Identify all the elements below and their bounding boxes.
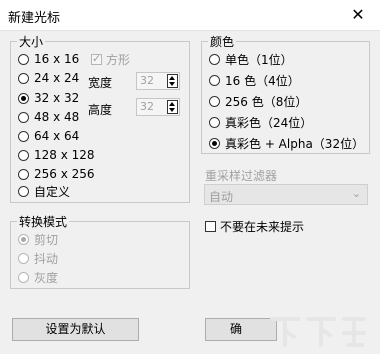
size-option-64[interactable]: 64 x 64 bbox=[18, 128, 79, 144]
radio-checked-icon[interactable] bbox=[18, 92, 29, 104]
height-label: 高度 bbox=[88, 103, 113, 117]
height-stepper[interactable]: 32 bbox=[136, 98, 180, 116]
convert-option-crop[interactable]: 剪切 bbox=[18, 231, 58, 247]
size-option-32[interactable]: 32 x 32 bbox=[18, 90, 79, 106]
convert-group-legend: 转换模式 bbox=[17, 213, 70, 230]
width-stepper[interactable]: 32 bbox=[136, 72, 180, 90]
close-icon[interactable]: ✕ bbox=[336, 0, 380, 30]
radio-icon[interactable] bbox=[209, 116, 220, 128]
checkbox-icon[interactable] bbox=[205, 220, 216, 232]
chevron-down-icon: ⌄ bbox=[351, 187, 361, 200]
watermark-logo bbox=[264, 311, 374, 351]
radio-icon[interactable] bbox=[209, 53, 220, 65]
color-option-256[interactable]: 256 色（8位） bbox=[209, 93, 307, 109]
width-label: 宽度 bbox=[88, 76, 113, 90]
color-option-mono[interactable]: 单色（1位） bbox=[209, 51, 293, 67]
size-option-custom[interactable]: 自定义 bbox=[18, 183, 70, 199]
radio-icon[interactable] bbox=[18, 149, 29, 161]
color-option-16[interactable]: 16 色（4位） bbox=[209, 72, 300, 88]
set-default-button[interactable]: 设置为默认 bbox=[12, 318, 139, 341]
radio-icon[interactable] bbox=[18, 185, 29, 197]
size-option-16[interactable]: 16 x 16 bbox=[18, 51, 79, 67]
radio-icon[interactable] bbox=[209, 74, 220, 86]
radio-icon[interactable] bbox=[18, 271, 29, 283]
size-option-24[interactable]: 24 x 24 bbox=[18, 70, 79, 86]
radio-icon[interactable] bbox=[18, 168, 29, 180]
spin-arrows-icon[interactable] bbox=[167, 100, 178, 114]
convert-option-gray[interactable]: 灰度 bbox=[18, 269, 58, 285]
color-group: 颜色 单色（1位） 16 色（4位） 256 色（8位） 真彩色（24位） 真彩… bbox=[201, 33, 370, 154]
color-option-alpha[interactable]: 真彩色 + Alpha（32位） bbox=[209, 135, 364, 151]
size-group: 大小 16 x 16 24 x 24 32 x 32 48 x 48 64 x … bbox=[10, 33, 190, 203]
radio-icon[interactable] bbox=[18, 130, 29, 142]
window-title: 新建光标 bbox=[8, 11, 61, 26]
convert-group: 转换模式 剪切 抖动 灰度 bbox=[10, 213, 190, 289]
radio-checked-icon[interactable] bbox=[209, 137, 220, 149]
size-group-legend: 大小 bbox=[17, 33, 46, 50]
dont-show-checkbox[interactable]: 不要在未来提示 bbox=[205, 218, 304, 234]
resample-select[interactable]: 自动 ⌄ bbox=[204, 184, 368, 205]
size-option-128[interactable]: 128 x 128 bbox=[18, 147, 95, 163]
radio-icon[interactable] bbox=[18, 72, 29, 84]
square-checkbox[interactable]: 方形 bbox=[91, 51, 130, 67]
radio-icon[interactable] bbox=[18, 111, 29, 123]
radio-icon[interactable] bbox=[209, 95, 220, 107]
color-group-legend: 颜色 bbox=[208, 33, 237, 50]
title-bar: 新建光标 ✕ bbox=[0, 0, 380, 31]
radio-icon[interactable] bbox=[18, 252, 29, 264]
size-option-256[interactable]: 256 x 256 bbox=[18, 166, 95, 182]
checkbox-icon[interactable] bbox=[91, 52, 102, 65]
radio-checked-icon[interactable] bbox=[18, 233, 29, 245]
spin-arrows-icon[interactable] bbox=[167, 74, 178, 88]
resample-label: 重采样过滤器 bbox=[205, 169, 278, 183]
size-option-48[interactable]: 48 x 48 bbox=[18, 109, 79, 125]
radio-icon[interactable] bbox=[18, 53, 29, 65]
convert-option-dither[interactable]: 抖动 bbox=[18, 250, 58, 266]
color-option-truecolor[interactable]: 真彩色（24位） bbox=[209, 114, 312, 130]
